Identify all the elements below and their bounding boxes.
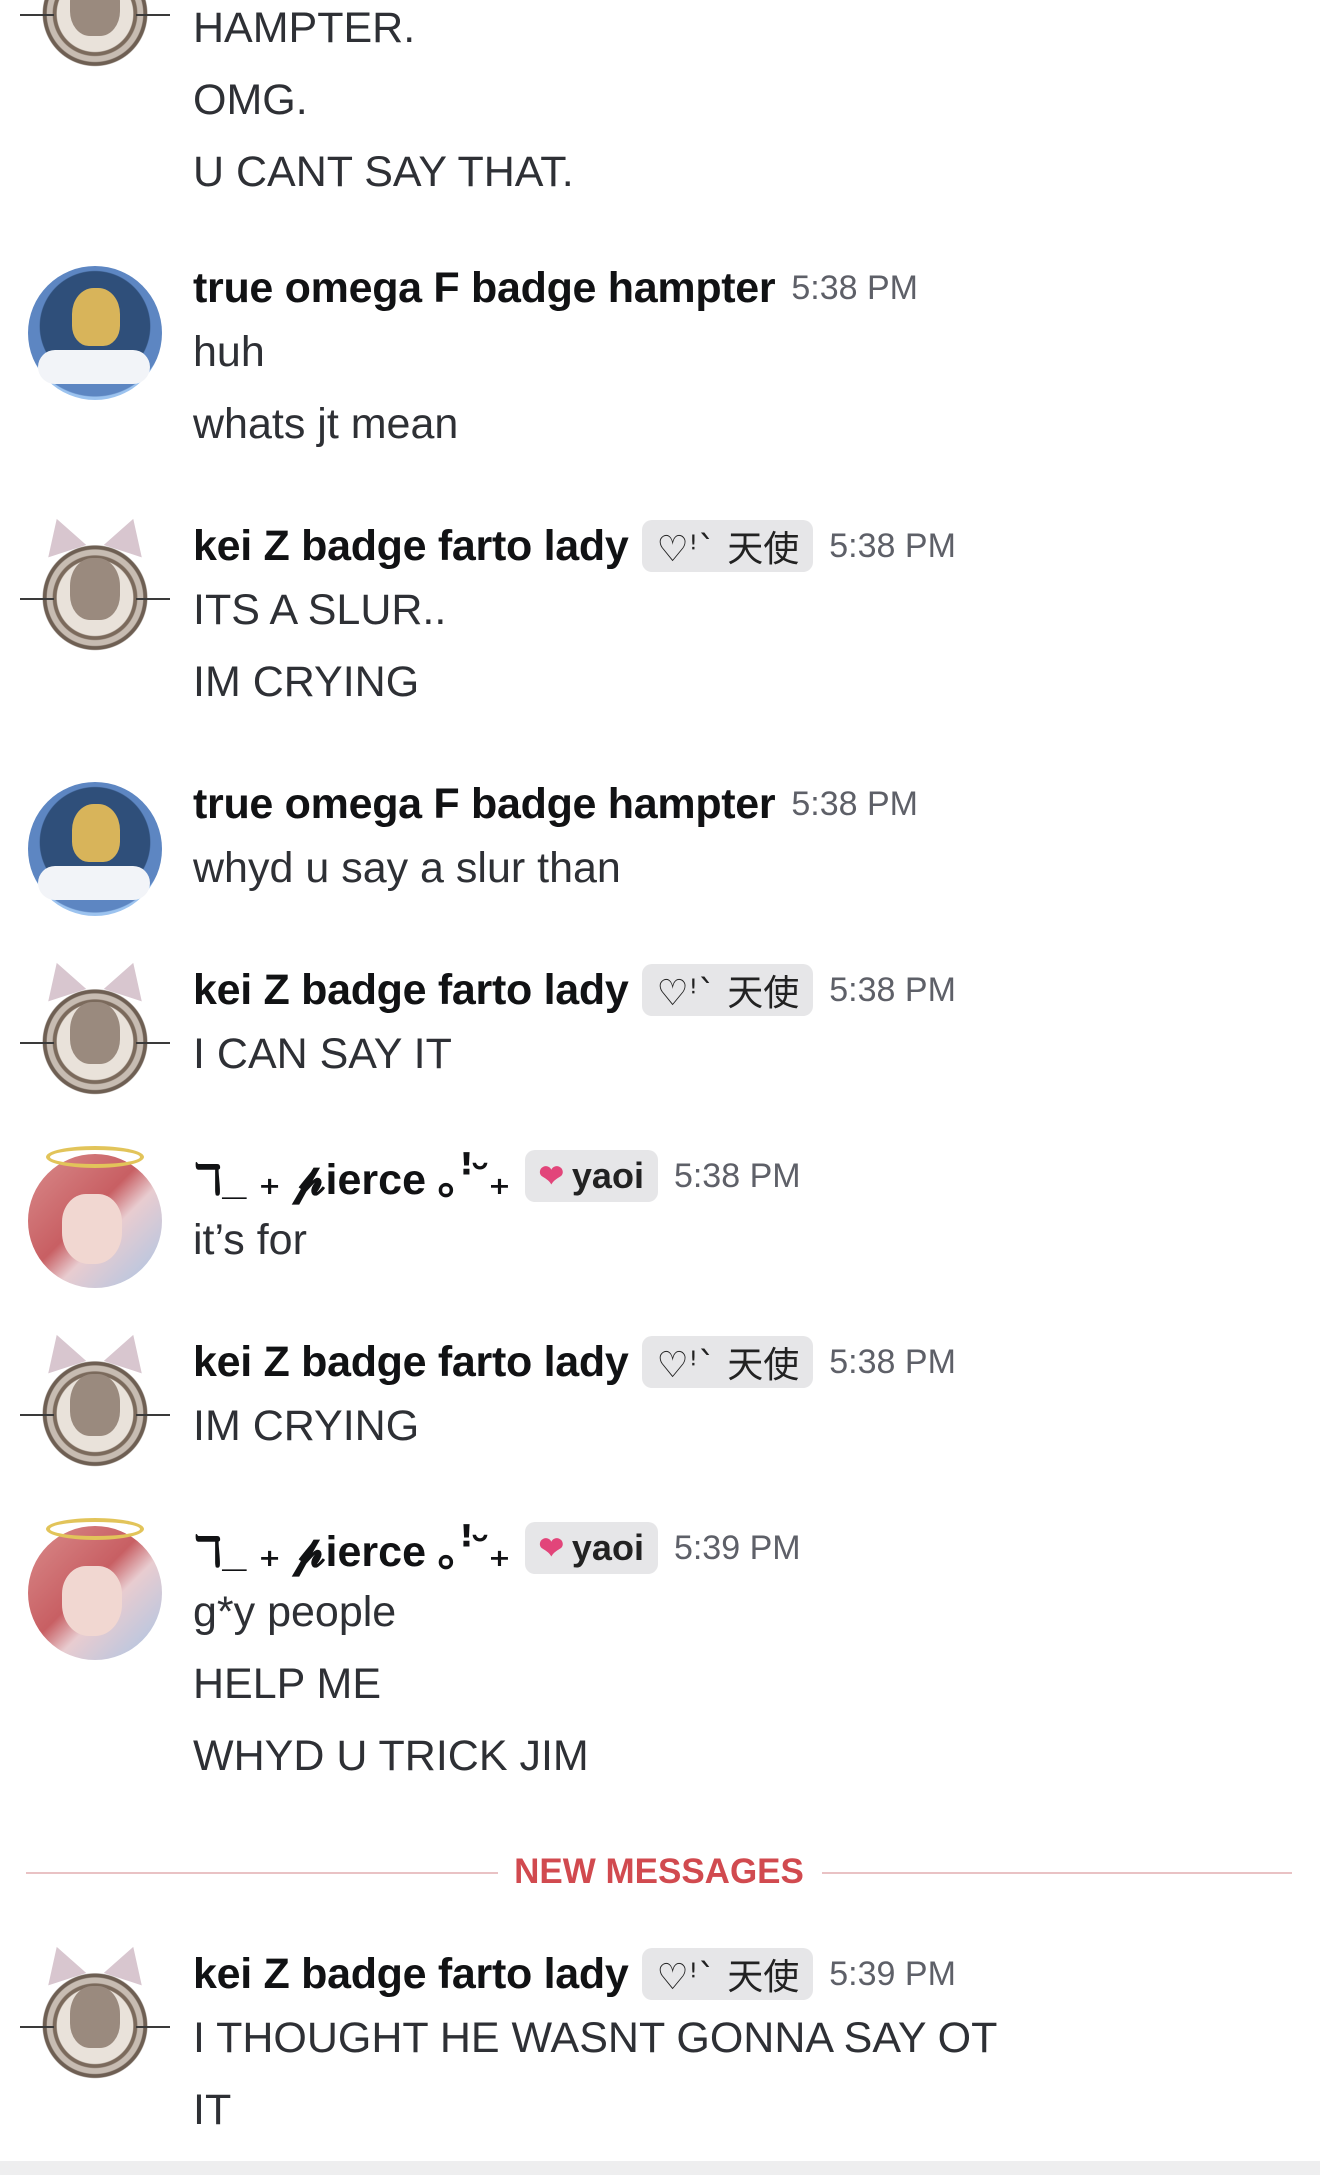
- avatar-kei[interactable]: [20, 1952, 170, 2086]
- timestamp: 5:39 PM: [829, 1954, 956, 1993]
- username[interactable]: ℸ_ ₊ 𝓹ierce ｡ꜝ˘₊: [193, 1517, 511, 1579]
- message-header: kei Z badge farto lady ♡ꜝ` 天使 5:38 PM: [193, 1334, 1300, 1390]
- role-tag[interactable]: ♡ꜝ` 天使: [642, 1948, 814, 2000]
- message-text: g*y people: [193, 1588, 397, 1636]
- role-tag[interactable]: ♡ꜝ` 天使: [642, 964, 814, 1016]
- message-text: I THOUGHT HE WASNT GONNA SAY OT: [193, 2014, 998, 2062]
- message-text: whats jt mean: [193, 400, 459, 448]
- avatar-face: [62, 1194, 122, 1264]
- avatar-cloud: [38, 866, 150, 900]
- message-text: whyd u say a slur than: [193, 844, 621, 892]
- message-text: HELP ME: [193, 1660, 381, 1708]
- message-text: it’s for: [193, 1216, 307, 1264]
- message-text: OMG.: [193, 76, 308, 124]
- whisker-right: [136, 14, 170, 16]
- whisker-right: [136, 598, 170, 600]
- avatar-kei[interactable]: [20, 968, 170, 1102]
- whisker-left: [20, 2026, 54, 2028]
- heart-icon: ❤: [538, 1159, 564, 1193]
- timestamp: 5:38 PM: [673, 1156, 801, 1195]
- username[interactable]: kei Z badge farto lady: [193, 966, 629, 1015]
- message-header: kei Z badge farto lady ♡ꜝ` 天使 5:39 PM: [193, 1946, 1300, 2002]
- avatar-figure: [72, 804, 120, 862]
- timestamp: 5:38 PM: [829, 526, 956, 565]
- message-text: IT: [193, 2086, 232, 2134]
- whisker-left: [20, 1042, 54, 1044]
- role-tag[interactable]: ♡ꜝ` 天使: [642, 1336, 814, 1388]
- whisker-right: [136, 1414, 170, 1416]
- username[interactable]: ℸ_ ₊ 𝓹ierce ｡ꜝ˘₊: [193, 1145, 511, 1207]
- whisker-left: [20, 1414, 54, 1416]
- avatar-face: [70, 1374, 120, 1436]
- avatar-face: [70, 0, 120, 36]
- username[interactable]: true omega F badge hampter: [193, 264, 776, 313]
- message-header: true omega F badge hampter 5:38 PM: [193, 776, 1300, 832]
- chat-messages: HAMPTER. OMG. U CANT SAY THAT. true omeg…: [0, 0, 1320, 2175]
- avatar-face: [62, 1566, 122, 1636]
- message-text: ITS A SLUR..: [193, 586, 447, 634]
- timestamp: 5:38 PM: [791, 268, 918, 307]
- role-tag[interactable]: ❤ yaoi: [524, 1150, 658, 1202]
- avatar-kei[interactable]: [20, 1340, 170, 1474]
- message-text: IM CRYING: [193, 1402, 420, 1450]
- heart-icon: ❤: [538, 1531, 564, 1565]
- new-messages-label: NEW MESSAGES: [514, 1852, 804, 1891]
- avatar-face: [70, 558, 120, 620]
- whisker-left: [20, 598, 54, 600]
- bottom-bar: [0, 2161, 1320, 2175]
- whisker-left: [20, 14, 54, 16]
- avatar-face: [70, 1002, 120, 1064]
- role-tag[interactable]: ❤ yaoi: [524, 1522, 658, 1574]
- role-tag-label: yaoi: [571, 1155, 644, 1196]
- message-header: kei Z badge farto lady ♡ꜝ` 天使 5:38 PM: [193, 962, 1300, 1018]
- message-text: WHYD U TRICK JIM: [193, 1732, 589, 1780]
- timestamp: 5:38 PM: [829, 970, 956, 1009]
- whisker-right: [136, 2026, 170, 2028]
- role-tag[interactable]: ♡ꜝ` 天使: [642, 520, 814, 572]
- username[interactable]: kei Z badge farto lady: [193, 1338, 629, 1387]
- username[interactable]: kei Z badge farto lady: [193, 522, 629, 571]
- message-text: U CANT SAY THAT.: [193, 148, 574, 196]
- avatar-face: [70, 1986, 120, 2048]
- halo-icon: [46, 1518, 144, 1540]
- avatar-pierce[interactable]: [28, 1146, 162, 1288]
- message-text: IM CRYING: [193, 658, 420, 706]
- message-text: HAMPTER.: [193, 4, 416, 52]
- username[interactable]: true omega F badge hampter: [193, 780, 776, 829]
- avatar-hampter[interactable]: [28, 782, 162, 916]
- timestamp: 5:38 PM: [829, 1342, 956, 1381]
- message-header: ℸ_ ₊ 𝓹ierce ｡ꜝ˘₊ ❤ yaoi 5:39 PM: [193, 1520, 1300, 1576]
- timestamp: 5:39 PM: [673, 1528, 801, 1567]
- timestamp: 5:38 PM: [791, 784, 918, 823]
- username[interactable]: kei Z badge farto lady: [193, 1950, 629, 1999]
- avatar-pierce[interactable]: [28, 1518, 162, 1660]
- avatar-cloud: [38, 350, 150, 384]
- message-header: ℸ_ ₊ 𝓹ierce ｡ꜝ˘₊ ❤ yaoi 5:38 PM: [193, 1148, 1300, 1204]
- halo-icon: [46, 1146, 144, 1168]
- avatar-figure: [72, 288, 120, 346]
- avatar-kei[interactable]: [20, 0, 170, 74]
- whisker-right: [136, 1042, 170, 1044]
- new-messages-divider: NEW MESSAGES: [26, 1852, 1292, 1892]
- message-text: I CAN SAY IT: [193, 1030, 452, 1078]
- message-header: true omega F badge hampter 5:38 PM: [193, 260, 1300, 316]
- message-header: kei Z badge farto lady ♡ꜝ` 天使 5:38 PM: [193, 518, 1300, 574]
- message-text: huh: [193, 328, 265, 376]
- avatar-kei[interactable]: [20, 524, 170, 658]
- role-tag-label: yaoi: [571, 1527, 644, 1568]
- avatar-hampter[interactable]: [28, 266, 162, 400]
